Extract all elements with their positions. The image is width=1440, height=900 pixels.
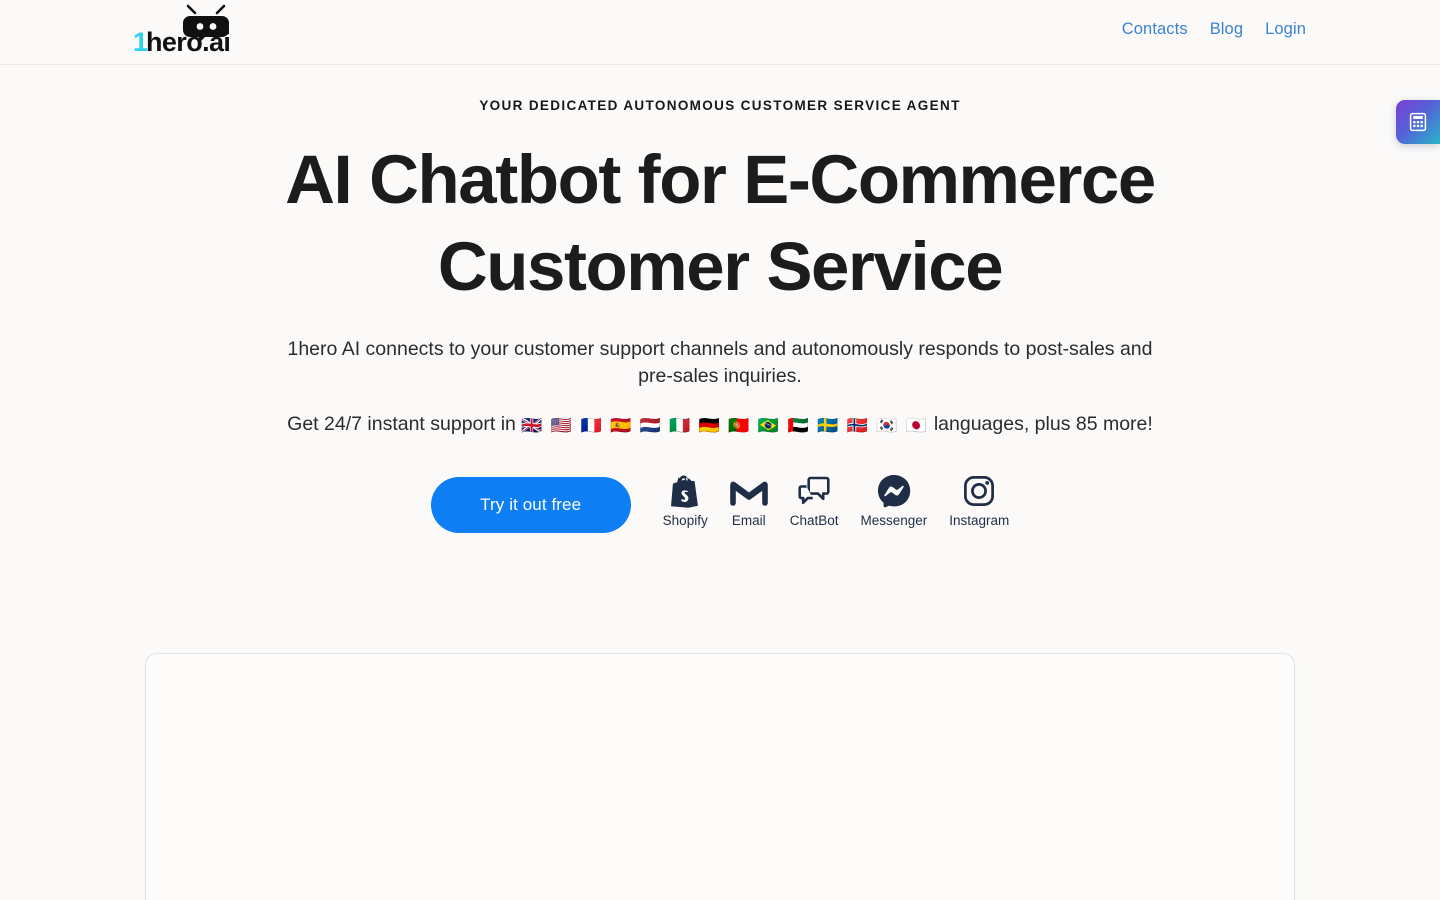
main-navigation: Contacts Blog Login bbox=[1122, 20, 1306, 40]
nav-contacts[interactable]: Contacts bbox=[1122, 20, 1188, 40]
messenger-icon bbox=[877, 473, 911, 509]
channel-label: Instagram bbox=[949, 512, 1010, 528]
channel-label: ChatBot bbox=[789, 512, 839, 528]
site-header: 1 hero.ai Contacts Blog Login bbox=[0, 0, 1440, 65]
hero-eyebrow: YOUR DEDICATED AUTONOMOUS CUSTOMER SERVI… bbox=[479, 98, 961, 113]
nav-blog[interactable]: Blog bbox=[1210, 20, 1243, 40]
hero-subtitle: 1hero AI connects to your customer suppo… bbox=[287, 337, 1153, 387]
hero-languages-line: Get 24/7 instant support in 🇬🇧 🇺🇸 🇫🇷 🇪🇸 … bbox=[0, 409, 1440, 441]
logo-text-word: hero.ai bbox=[146, 27, 230, 56]
logo-mark: 1 hero.ai bbox=[133, 4, 231, 56]
hero-section: YOUR DEDICATED AUTONOMOUS CUSTOMER SERVI… bbox=[0, 65, 1440, 900]
instagram-icon bbox=[963, 473, 995, 509]
channel-chatbot[interactable]: ChatBot bbox=[789, 473, 839, 529]
channel-instagram[interactable]: Instagram bbox=[949, 473, 1009, 529]
languages-prefix: Get 24/7 instant support in bbox=[287, 412, 522, 435]
try-it-out-free-button[interactable]: Try it out free bbox=[430, 476, 631, 533]
channel-label: Email bbox=[731, 512, 766, 528]
channel-messenger[interactable]: Messenger bbox=[860, 473, 927, 529]
nav-login[interactable]: Login bbox=[1265, 20, 1306, 40]
demo-preview-card bbox=[145, 653, 1295, 900]
page-title: AI Chatbot for E-Commerce Customer Servi… bbox=[285, 140, 1156, 305]
channel-label: Messenger bbox=[860, 512, 928, 528]
channel-email[interactable]: Email bbox=[729, 473, 768, 529]
cta-row: Try it out free Shopify Email ChatBot Me… bbox=[0, 473, 1440, 533]
calculator-icon bbox=[1409, 112, 1427, 132]
channel-shopify[interactable]: Shopify bbox=[663, 473, 708, 529]
languages-suffix: languages, plus 85 more! bbox=[928, 412, 1153, 435]
channel-label: Shopify bbox=[662, 512, 708, 528]
site-logo[interactable]: 1 hero.ai bbox=[133, 4, 238, 56]
gmail-icon bbox=[729, 473, 768, 509]
roi-calculator-tab-button[interactable] bbox=[1396, 100, 1440, 144]
chat-bubbles-icon bbox=[797, 473, 831, 509]
channel-list: Shopify Email ChatBot Messenger Instagra… bbox=[663, 473, 1009, 529]
shopify-icon bbox=[670, 473, 700, 509]
language-flags: 🇬🇧 🇺🇸 🇫🇷 🇪🇸 🇳🇱 🇮🇹 🇩🇪 🇵🇹 🇧🇷 🇦🇪 🇸🇪 🇳🇴 🇰🇷 🇯… bbox=[521, 415, 929, 436]
